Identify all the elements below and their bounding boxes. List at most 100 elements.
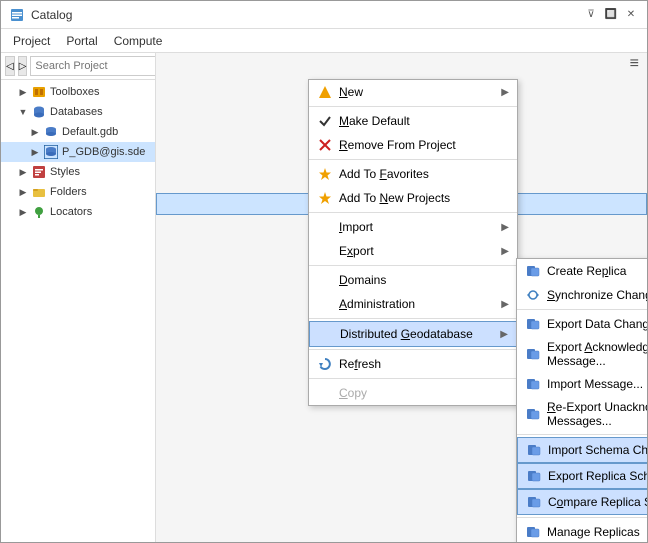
ctx-refresh-label: Refresh <box>339 357 509 371</box>
hamburger-menu[interactable]: ≡ <box>630 55 639 73</box>
toolboxes-icon <box>31 84 47 100</box>
sec-sep3 <box>517 517 647 518</box>
expand-locators[interactable]: ▶ <box>17 206 29 218</box>
new-submenu-arrow: ▶ <box>501 87 509 98</box>
ctx-remove-project-label: Remove From Project <box>339 138 509 152</box>
ctx-import-schema[interactable]: Import Schema Changes... <box>517 437 647 463</box>
menu-compute[interactable]: Compute <box>106 32 171 50</box>
expand-default-gdb[interactable]: ▶ <box>29 126 41 138</box>
databases-label: Databases <box>50 106 103 118</box>
tree-item-databases[interactable]: ▼ Databases <box>1 102 155 122</box>
close-button[interactable]: ✕ <box>623 7 639 23</box>
tree-item-toolboxes[interactable]: ▶ Toolboxes <box>1 82 155 102</box>
ctx-administration-label: Administration <box>339 297 495 311</box>
search-bar: ◁ ▷ 🔍 ▾ <box>1 53 155 80</box>
export-replica-schema-icon <box>526 468 542 484</box>
ctx-export-data-change[interactable]: Export Data Change Message... <box>517 312 647 336</box>
tree-item-default-gdb[interactable]: ▶ Default.gdb <box>1 122 155 142</box>
expand-databases[interactable]: ▼ <box>17 106 29 118</box>
import-schema-icon <box>526 442 542 458</box>
search-input[interactable] <box>30 56 156 76</box>
sep7 <box>309 378 517 379</box>
expand-styles[interactable]: ▶ <box>17 166 29 178</box>
refresh-icon <box>317 356 333 372</box>
tree-item-folders[interactable]: ▶ Folders <box>1 182 155 202</box>
tree-item-p-gdb-sde[interactable]: ▶ P_GDB@gis.sde <box>1 142 155 162</box>
domains-icon <box>317 272 333 288</box>
expand-folders[interactable]: ▶ <box>17 186 29 198</box>
ctx-new-label: New <box>339 85 495 99</box>
export-arrow: ▶ <box>501 246 509 257</box>
sec-sep1 <box>517 309 647 310</box>
primary-context-menu: New ▶ Make Default Remove From Pro <box>308 79 518 406</box>
ctx-remove-project[interactable]: Remove From Project <box>309 133 517 157</box>
title-bar-controls: ⊽ 🔲 ✕ <box>583 7 639 23</box>
add-favorites-icon <box>317 166 333 182</box>
ctx-create-replica[interactable]: Create Replica <box>517 259 647 283</box>
ctx-export-ack[interactable]: Export Acknowledgement Message... <box>517 336 647 372</box>
styles-icon <box>31 164 47 180</box>
ctx-domains[interactable]: Domains <box>309 268 517 292</box>
ctx-export-label: Export <box>339 244 495 258</box>
ctx-make-default-label: Make Default <box>339 114 509 128</box>
ctx-compare-replica-schema[interactable]: Compare Replica Schema... <box>517 489 647 515</box>
forward-button[interactable]: ▷ <box>18 56 28 76</box>
ctx-export-replica-schema[interactable]: Export Replica Schema... <box>517 463 647 489</box>
default-gdb-label: Default.gdb <box>62 126 118 138</box>
ctx-import-schema-label: Import Schema Changes... <box>548 443 647 457</box>
ctx-add-favorites[interactable]: Add To Favorites <box>309 162 517 186</box>
ctx-add-new-projects[interactable]: Add To New Projects <box>309 186 517 210</box>
back-button[interactable]: ◁ <box>5 56 15 76</box>
ctx-create-replica-label: Create Replica <box>547 264 647 278</box>
toolboxes-label: Toolboxes <box>50 86 100 98</box>
sep2 <box>309 159 517 160</box>
ctx-administration[interactable]: Administration ▶ <box>309 292 517 316</box>
synchronize-icon <box>525 287 541 303</box>
administration-icon <box>317 296 333 312</box>
dock-button[interactable]: 🔲 <box>603 7 619 23</box>
import-arrow: ▶ <box>501 222 509 233</box>
ctx-import[interactable]: Import ▶ <box>309 215 517 239</box>
ctx-add-new-projects-label: Add To New Projects <box>339 191 509 205</box>
ctx-add-favorites-label: Add To Favorites <box>339 167 509 181</box>
ctx-copy-label: Copy <box>339 386 509 400</box>
export-data-change-icon <box>525 316 541 332</box>
ctx-export-replica-schema-label: Export Replica Schema... <box>548 469 647 483</box>
window-title: Catalog <box>31 8 72 22</box>
pin-button[interactable]: ⊽ <box>583 7 599 23</box>
distributed-geodatabase-arrow: ▶ <box>500 329 508 340</box>
ctx-synchronize[interactable]: Synchronize Changes <box>517 283 647 307</box>
ctx-make-default[interactable]: Make Default <box>309 109 517 133</box>
ctx-export-ack-label: Export Acknowledgement Message... <box>547 340 647 368</box>
ctx-export[interactable]: Export ▶ <box>309 239 517 263</box>
remove-icon <box>317 137 333 153</box>
ctx-compare-replica-schema-label: Compare Replica Schema... <box>548 495 647 509</box>
expand-p-gdb-sde[interactable]: ▶ <box>29 146 41 158</box>
ctx-manage-replicas-label: Manage Replicas <box>547 525 647 539</box>
tree-item-styles[interactable]: ▶ Styles <box>1 162 155 182</box>
sep1 <box>309 106 517 107</box>
ctx-re-export[interactable]: Re-Export Unacknowledged Messages... <box>517 396 647 432</box>
ctx-new[interactable]: New ▶ <box>309 80 517 104</box>
catalog-window: Catalog ⊽ 🔲 ✕ Project Portal Compute ◁ ▷… <box>0 0 648 543</box>
sec-sep2 <box>517 434 647 435</box>
ctx-refresh[interactable]: Refresh <box>309 352 517 376</box>
export-ack-icon <box>525 346 541 362</box>
ctx-import-message[interactable]: Import Message... <box>517 372 647 396</box>
databases-icon <box>31 104 47 120</box>
tree-item-locators[interactable]: ▶ Locators <box>1 202 155 222</box>
locators-icon <box>31 204 47 220</box>
copy-icon <box>317 385 333 401</box>
main-content: ≡ New ▶ Make D <box>156 53 647 542</box>
ctx-distributed-geodatabase[interactable]: Distributed Geodatabase ▶ <box>309 321 517 347</box>
secondary-context-menu: Create Replica Synchronize Changes Expor… <box>516 258 647 542</box>
compare-replica-schema-icon <box>526 494 542 510</box>
content-area: ◁ ▷ 🔍 ▾ ▶ Toolboxes ▼ <box>1 53 647 542</box>
expand-toolboxes[interactable]: ▶ <box>17 86 29 98</box>
default-gdb-icon <box>43 124 59 140</box>
menu-portal[interactable]: Portal <box>58 32 105 50</box>
manage-replicas-icon <box>525 524 541 540</box>
styles-label: Styles <box>50 166 80 178</box>
ctx-manage-replicas[interactable]: Manage Replicas <box>517 520 647 542</box>
menu-project[interactable]: Project <box>5 32 58 50</box>
